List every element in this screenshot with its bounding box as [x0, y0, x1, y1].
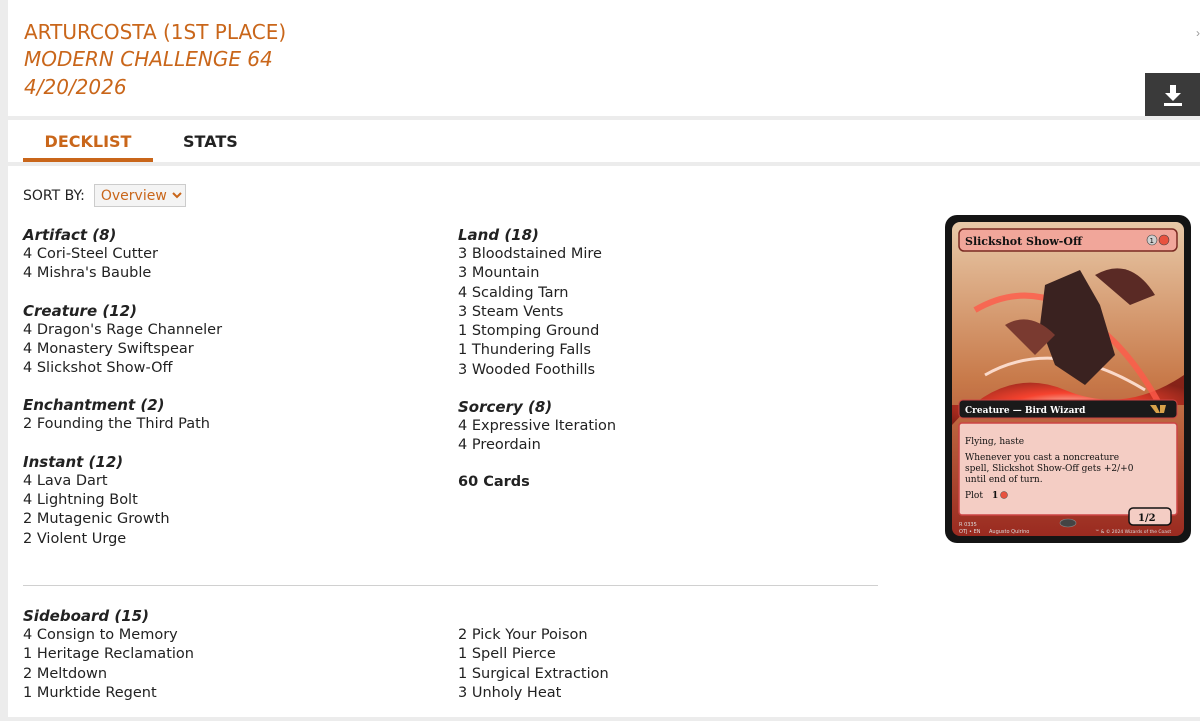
card-copyright: ™ & © 2024 Wizards of the Coast — [1095, 528, 1171, 535]
card-group: Artifact (8) 4 Cori-Steel Cutter 4 Mishr… — [23, 226, 222, 284]
sideboard-right: 2 Pick Your Poison 1 Spell Pierce 1 Surg… — [458, 626, 609, 721]
card-entry[interactable]: 1 Heritage Reclamation — [23, 645, 194, 664]
card-group: Instant (12) 4 Lava Dart 4 Lightning Bol… — [23, 453, 222, 549]
card-plot: Plot — [965, 491, 983, 501]
card-entry[interactable]: 3 Wooded Foothills — [458, 361, 616, 380]
decklist-panel: DECKLIST STATS SORT BY: Overview Artifac… — [8, 120, 1200, 717]
left-column: Artifact (8) 4 Cori-Steel Cutter 4 Mishr… — [23, 226, 222, 567]
card-entry[interactable]: 1 Stomping Ground — [458, 322, 616, 341]
card-entry[interactable]: 2 Meltdown — [23, 665, 194, 684]
group-heading: Sideboard (15) — [23, 607, 149, 625]
card-entry[interactable]: 4 Lightning Bolt — [23, 491, 222, 510]
card-plot-cost: 1 — [992, 491, 998, 501]
card-entry[interactable]: 4 Slickshot Show-Off — [23, 359, 222, 378]
card-entry[interactable]: 2 Founding the Third Path — [23, 415, 222, 434]
sort-select[interactable]: Overview — [93, 184, 186, 207]
download-button[interactable] — [1145, 73, 1200, 116]
card-artist: Augusto Quirino — [989, 529, 1029, 535]
card-type-line: Creature — Bird Wizard — [965, 406, 1086, 416]
card-set-language: OTJ • EN — [959, 529, 981, 535]
card-entry[interactable]: 4 Monastery Swiftspear — [23, 340, 222, 359]
sideboard-divider — [23, 585, 878, 586]
group-heading: Land (18) — [458, 226, 539, 244]
card-entry[interactable]: 1 Spell Pierce — [458, 645, 609, 664]
player-title: ARTURCOSTA (1ST PLACE) — [24, 20, 287, 44]
card-entry[interactable]: 4 Consign to Memory — [23, 626, 194, 645]
card-group: Creature (12) 4 Dragon's Rage Channeler … — [23, 302, 222, 379]
card-group: Land (18) 3 Bloodstained Mire 3 Mountain… — [458, 226, 616, 380]
card-entry[interactable]: 4 Dragon's Rage Channeler — [23, 321, 222, 340]
group-heading: Enchantment (2) — [23, 396, 165, 415]
card-entry[interactable]: 4 Mishra's Bauble — [23, 264, 222, 283]
card-total: 60 Cards — [458, 473, 530, 490]
card-entry[interactable]: 3 Unholy Heat — [458, 684, 609, 703]
card-entry[interactable]: 1 Thundering Falls — [458, 341, 616, 360]
card-preview-image: Slickshot Show-Off 1 Creature — Bird Wiz… — [945, 215, 1191, 543]
card-entry[interactable]: 4 Cori-Steel Cutter — [23, 245, 222, 264]
tab-stats[interactable]: STATS — [183, 132, 238, 151]
group-heading: Creature (12) — [23, 301, 137, 320]
sideboard-left: Sideboard (15) 4 Consign to Memory 1 Her… — [23, 607, 194, 721]
card-entry[interactable]: 1 Murktide Regent — [23, 684, 194, 703]
event-name: MODERN CHALLENGE 64 — [24, 47, 273, 71]
card-power-toughness: 1/2 — [1138, 513, 1156, 524]
group-heading: Instant (12) — [23, 452, 124, 471]
tab-bar: DECKLIST STATS — [8, 120, 1200, 166]
card-name: Slickshot Show-Off — [965, 235, 1083, 248]
card-entry[interactable]: 4 Scalding Tarn — [458, 284, 616, 303]
group-heading: Artifact (8) — [23, 226, 117, 244]
card-group: Sideboard (15) 4 Consign to Memory 1 Her… — [23, 607, 194, 703]
sort-control: SORT BY: Overview — [23, 184, 186, 207]
card-rules-2b: spell, Slickshot Show-Off gets +2/+0 — [965, 464, 1134, 474]
card-entry[interactable]: 2 Mutagenic Growth — [23, 510, 222, 529]
card-entry[interactable]: 3 Mountain — [458, 264, 616, 283]
card-group: 2 Pick Your Poison 1 Spell Pierce 1 Surg… — [458, 626, 609, 703]
card-entry[interactable]: 4 Expressive Iteration — [458, 417, 616, 436]
card-entry[interactable]: 4 Preordain — [458, 436, 616, 455]
card-group: Sorcery (8) 4 Expressive Iteration 4 Pre… — [458, 398, 616, 456]
card-entry[interactable]: 3 Bloodstained Mire — [458, 245, 616, 264]
right-column: Land (18) 3 Bloodstained Mire 3 Mountain… — [458, 226, 616, 490]
card-entry[interactable]: 2 Violent Urge — [23, 530, 222, 549]
mana-cost-generic: 1 — [1150, 237, 1154, 245]
card-rules-2c: until end of turn. — [965, 475, 1043, 485]
sort-label: SORT BY: — [23, 187, 85, 204]
card-group: Enchantment (2) 2 Founding the Third Pat… — [23, 396, 222, 434]
tab-decklist[interactable]: DECKLIST — [23, 132, 153, 162]
event-date: 4/20/2026 — [24, 75, 127, 99]
close-icon[interactable]: › — [1196, 26, 1200, 40]
card-entry[interactable]: 4 Lava Dart — [23, 472, 222, 491]
event-header: ARTURCOSTA (1ST PLACE) MODERN CHALLENGE … — [8, 0, 1200, 116]
download-icon — [1163, 84, 1182, 106]
card-rules-2a: Whenever you cast a noncreature — [965, 453, 1119, 463]
card-entry[interactable]: 3 Steam Vents — [458, 303, 616, 322]
card-collector-number: R 0335 — [959, 522, 977, 528]
card-rules-1: Flying, haste — [965, 437, 1024, 447]
group-heading: Sorcery (8) — [458, 398, 553, 417]
card-entry[interactable]: 2 Pick Your Poison — [458, 626, 609, 645]
card-entry[interactable]: 1 Surgical Extraction — [458, 665, 609, 684]
